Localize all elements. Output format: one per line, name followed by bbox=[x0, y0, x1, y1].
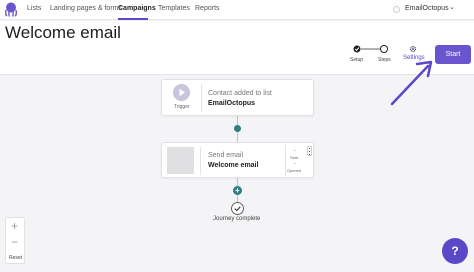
pointer-arrow-icon bbox=[390, 60, 433, 106]
journey-complete-label: Journey complete bbox=[213, 216, 261, 222]
trigger-list-name: EmailOctopus bbox=[208, 100, 256, 107]
nav-lists[interactable]: Lists bbox=[27, 5, 41, 12]
email-name: Welcome email bbox=[208, 162, 259, 169]
email-stats: - Sent - Opened bbox=[285, 145, 307, 176]
add-step-button[interactable]: + bbox=[233, 186, 242, 195]
chevron-down-icon: ⌄ bbox=[449, 4, 455, 11]
trigger-label: Trigger bbox=[174, 104, 190, 110]
zoom-reset-button[interactable]: Reset bbox=[9, 255, 22, 261]
opened-value: - bbox=[294, 161, 296, 167]
card-divider bbox=[201, 84, 202, 112]
active-tab-indicator bbox=[118, 18, 148, 20]
connector-node bbox=[234, 125, 241, 132]
page-title: Welcome email bbox=[5, 23, 121, 42]
account-avatar bbox=[393, 6, 400, 13]
email-subtitle: Send email bbox=[208, 152, 244, 159]
gear-icon[interactable] bbox=[409, 45, 417, 53]
zoom-in-button[interactable]: + bbox=[11, 219, 18, 233]
trigger-card[interactable]: Trigger Contact added to list EmailOctop… bbox=[161, 79, 314, 116]
octopus-logo-icon[interactable] bbox=[4, 2, 18, 17]
nav-reports[interactable]: Reports bbox=[195, 5, 220, 12]
zoom-out-button[interactable]: − bbox=[11, 235, 18, 249]
account-name: EmailOctopus bbox=[405, 5, 449, 12]
step-setup[interactable]: Setup bbox=[350, 57, 363, 63]
zoom-controls: + − Reset bbox=[5, 217, 25, 264]
trigger-subtitle: Contact added to list bbox=[208, 90, 272, 97]
start-button[interactable]: Start bbox=[435, 45, 471, 64]
play-icon bbox=[173, 84, 190, 101]
nav-landing-pages[interactable]: Landing pages & forms bbox=[50, 5, 122, 12]
help-button[interactable]: ? bbox=[442, 238, 468, 264]
check-circle-icon bbox=[231, 202, 244, 215]
email-preview-thumbnail bbox=[167, 147, 194, 174]
sent-label: Sent bbox=[290, 155, 299, 160]
more-options-icon[interactable] bbox=[307, 146, 312, 156]
card-divider bbox=[200, 147, 201, 175]
send-email-card[interactable]: Send email Welcome email - Sent - Opened bbox=[161, 142, 314, 178]
nav-templates[interactable]: Templates bbox=[158, 5, 190, 12]
sent-value: - bbox=[294, 148, 296, 154]
top-nav: Lists Landing pages & forms Campaigns Te… bbox=[0, 0, 474, 20]
nav-campaigns[interactable]: Campaigns bbox=[118, 5, 156, 12]
account-menu[interactable]: EmailOctopus ⌄ bbox=[391, 3, 455, 17]
opened-label: Opened bbox=[287, 168, 302, 173]
progress-stepper bbox=[353, 45, 388, 53]
